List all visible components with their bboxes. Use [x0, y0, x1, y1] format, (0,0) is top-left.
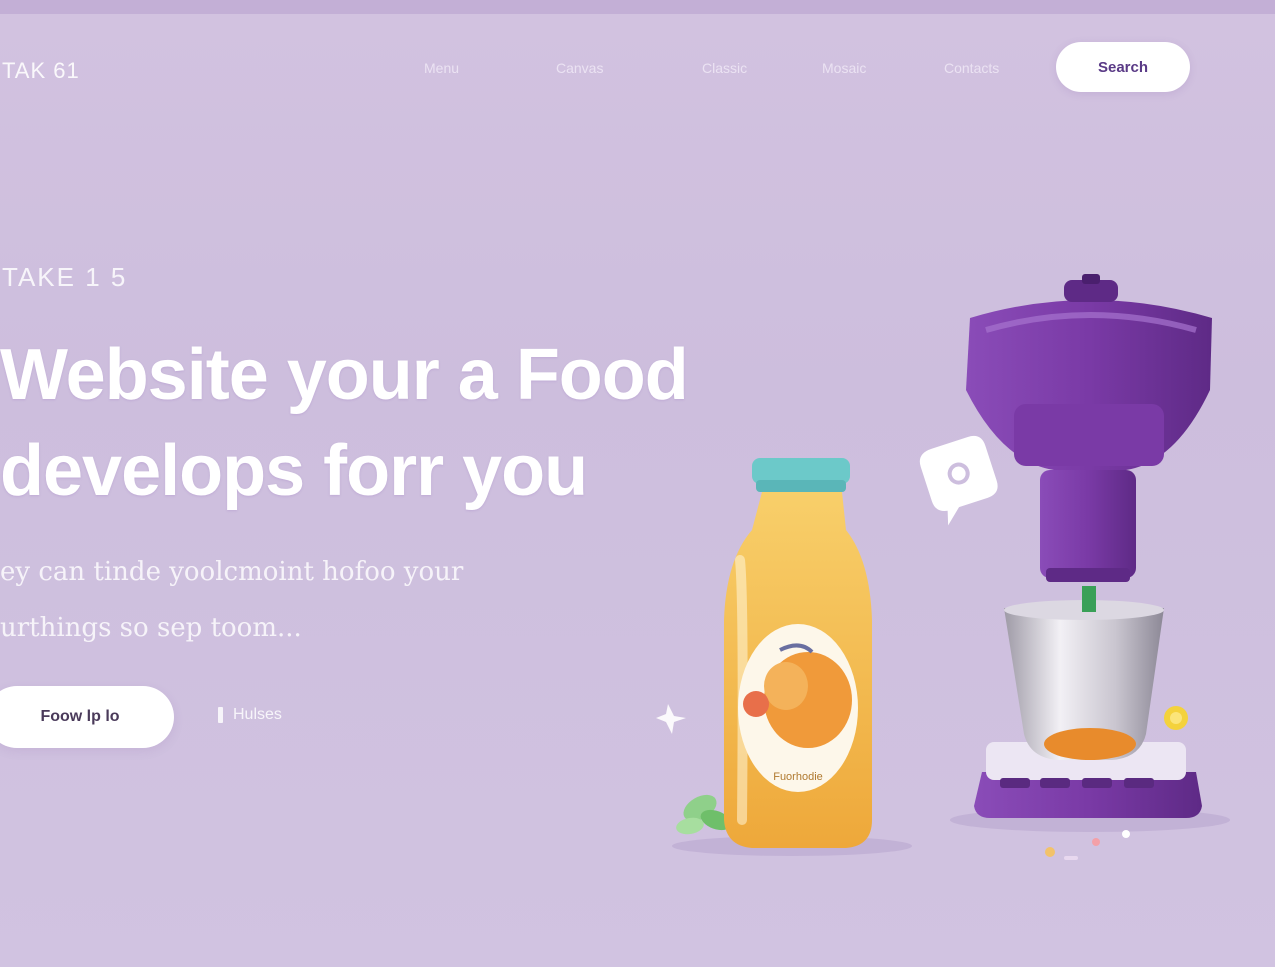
sparkle-icon: [656, 704, 686, 734]
blender-icon: [966, 274, 1212, 818]
hero-illustration: Fuorhodie: [656, 274, 1230, 860]
landing-page: TAK 61 Menu Canvas Classic Mosaic Contac…: [0, 0, 1275, 967]
bottle-label: Fuorhodie: [773, 771, 823, 783]
chat-bubble-icon: [919, 435, 998, 526]
juice-bottle-icon: Fuorhodie: [724, 458, 872, 848]
